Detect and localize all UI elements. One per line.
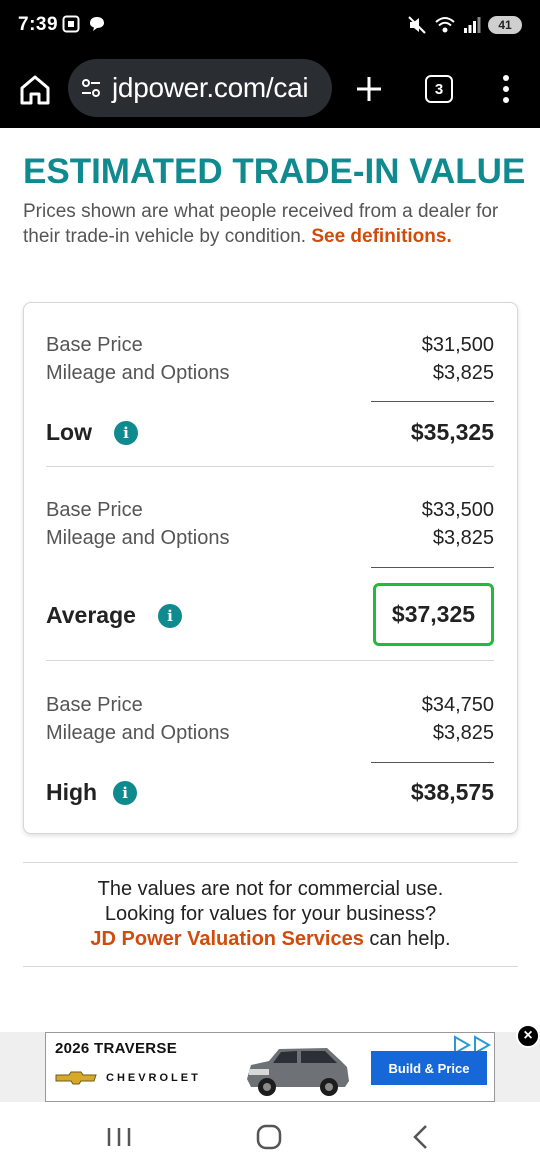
url-text[interactable]: jdpower.com/cai — [112, 72, 309, 104]
section-divider — [46, 660, 494, 661]
average-info-icon[interactable]: i — [157, 603, 182, 628]
average-base-price-value: $33,500 — [421, 499, 494, 521]
low-subtotal-line — [371, 401, 494, 402]
wifi-icon — [435, 17, 455, 33]
divider — [23, 966, 518, 967]
high-label: High — [46, 779, 98, 805]
high-total-value: $38,575 — [410, 779, 494, 805]
divider — [23, 862, 518, 863]
low-base-price-label: Base Price — [46, 334, 143, 356]
low-mileage-label: Mileage and Options — [46, 362, 230, 384]
average-total-value: $37,325 — [373, 583, 494, 646]
page-subtitle: Prices shown are what people received fr… — [23, 199, 518, 249]
average-base-price-row: Base Price $33,500 — [46, 499, 494, 522]
ad-brand-text: CHEVROLET — [106, 1072, 201, 1084]
high-mileage-row: Mileage and Options $3,825 — [46, 722, 494, 745]
chevrolet-bowtie-icon — [55, 1071, 97, 1085]
low-mileage-value: $3,825 — [432, 362, 494, 384]
status-bar: 7:39 41 — [0, 0, 540, 52]
chevrolet-ad[interactable]: 2026 TRAVERSE CHEVROLET Build & Price — [45, 1032, 495, 1102]
chat-bubble-icon — [90, 17, 104, 31]
average-total-row: Average i $37,325 — [46, 583, 494, 646]
ad-model-text: 2026 TRAVERSE — [55, 1040, 178, 1057]
address-bar[interactable]: jdpower.com/cai — [68, 59, 332, 117]
low-info-icon[interactable]: i — [114, 420, 138, 445]
plus-icon[interactable] — [352, 72, 386, 106]
back-icon[interactable] — [406, 1124, 436, 1150]
suv-image — [247, 1048, 349, 1096]
signal-icon — [464, 17, 481, 33]
battery-icon: 41 — [488, 16, 522, 34]
section-divider — [46, 466, 494, 467]
ad-banner: 2026 TRAVERSE CHEVROLET Build & Price — [0, 1032, 540, 1102]
high-mileage-label: Mileage and Options — [46, 722, 230, 744]
average-label: Average — [46, 602, 136, 628]
commercial-use-notice: The values are not for commercial use. L… — [23, 877, 518, 952]
notice-line-1: The values are not for commercial use. — [97, 878, 444, 900]
low-total-row: Low i $35,325 — [46, 415, 494, 449]
status-time: 7:39 — [18, 14, 59, 35]
notice-suffix: can help. — [363, 928, 451, 950]
high-mileage-value: $3,825 — [432, 722, 494, 744]
high-subtotal-line — [371, 762, 494, 763]
low-total-value: $35,325 — [410, 419, 494, 445]
high-base-price-label: Base Price — [46, 694, 143, 716]
high-base-price-row: Base Price $34,750 — [46, 694, 494, 717]
average-mileage-label: Mileage and Options — [46, 527, 230, 549]
ad-close-icon[interactable]: × — [516, 1024, 540, 1048]
valuation-services-link[interactable]: JD Power Valuation Services — [90, 928, 363, 950]
high-base-price-value: $34,750 — [421, 694, 494, 716]
average-base-price-label: Base Price — [46, 499, 143, 521]
site-settings-icon[interactable] — [80, 77, 102, 99]
average-subtotal-line — [371, 567, 494, 568]
low-base-price-value: $31,500 — [421, 334, 494, 356]
system-nav-bar — [0, 1102, 540, 1170]
recent-apps-icon[interactable] — [104, 1124, 134, 1150]
low-mileage-row: Mileage and Options $3,825 — [46, 362, 494, 385]
mute-icon — [408, 16, 426, 34]
average-mileage-value: $3,825 — [432, 527, 494, 549]
low-base-price-row: Base Price $31,500 — [46, 334, 494, 357]
high-total-row: High i $38,575 — [46, 775, 494, 809]
trade-in-values-card: Base Price $31,500 Mileage and Options $… — [23, 302, 518, 834]
average-mileage-row: Mileage and Options $3,825 — [46, 527, 494, 550]
home-nav-icon[interactable] — [254, 1124, 284, 1150]
notice-line-2: Looking for values for your business? — [104, 903, 437, 925]
see-definitions-link[interactable]: See definitions. — [311, 226, 451, 247]
high-info-icon[interactable]: i — [113, 780, 138, 805]
browser-toolbar: jdpower.com/cai 3 — [0, 52, 540, 128]
tabs-icon[interactable]: 3 — [425, 75, 453, 103]
low-label: Low — [46, 419, 92, 445]
home-icon[interactable] — [18, 73, 52, 107]
build-and-price-button[interactable]: Build & Price — [371, 1051, 487, 1085]
screenshot-icon — [62, 15, 80, 33]
page-title: ESTIMATED TRADE-IN VALUE — [23, 152, 526, 191]
more-vert-icon[interactable] — [494, 72, 518, 106]
